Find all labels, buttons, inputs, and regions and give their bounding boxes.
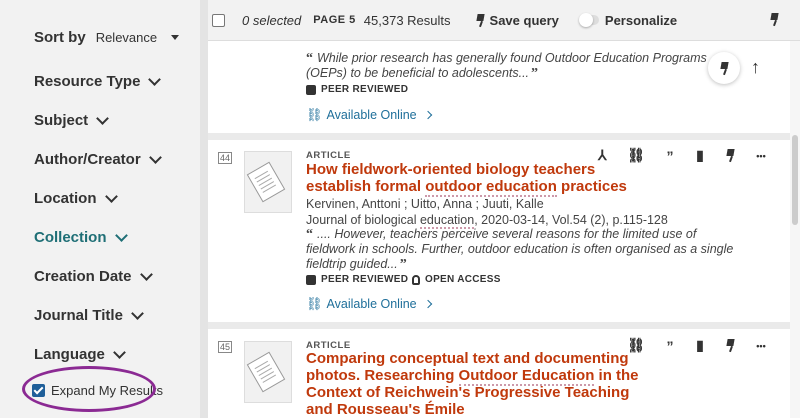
sort-by-control[interactable]: Sort by Relevance — [34, 29, 180, 46]
personalize-toggle[interactable] — [578, 13, 599, 27]
chevron-down-icon — [96, 111, 110, 125]
facet-collection[interactable]: Collection — [34, 228, 128, 246]
document-icon — [246, 161, 286, 203]
results-toolbar: 0 selected PAGE 5 45,373 Results Save qu… — [208, 0, 800, 41]
result-type: ARTICLE — [306, 150, 351, 161]
available-online-link[interactable]: ⛓ Available Online — [306, 296, 432, 312]
peer-reviewed-badge: PEER REVIEWED — [306, 84, 408, 95]
chevron-down-icon — [104, 189, 118, 203]
chevron-down-icon — [131, 306, 144, 320]
quote-close-icon: ” — [399, 257, 407, 272]
quote-icon: “ — [306, 227, 313, 242]
facet-label: Subject — [34, 112, 89, 129]
sort-by-label: Sort by — [34, 29, 86, 46]
facet-subject[interactable]: Subject — [34, 111, 110, 129]
pin-icon — [719, 62, 730, 75]
chevron-down-icon — [112, 345, 126, 359]
quote-icon: “ — [306, 51, 313, 66]
result-authors: Kervinen, Anttoni ; Uitto, Anna ; Juuti,… — [306, 197, 544, 211]
results-scrollbar-thumb[interactable] — [792, 135, 798, 225]
result-separator — [208, 322, 790, 329]
result-thumbnail[interactable] — [244, 151, 292, 213]
facet-label: Language — [34, 346, 105, 363]
facet-label: Author/Creator — [34, 151, 141, 168]
sort-by-value[interactable]: Relevance — [96, 30, 157, 45]
result-thumbnail[interactable] — [244, 341, 292, 403]
facet-location[interactable]: Location — [34, 189, 118, 207]
more-actions-icon[interactable]: ••• — [756, 151, 766, 161]
quote-close-icon: ” — [531, 66, 539, 81]
facet-author-creator[interactable]: Author/Creator — [34, 150, 162, 168]
pin-icon[interactable] — [725, 339, 736, 352]
pin-icon[interactable] — [769, 13, 780, 26]
facet-language[interactable]: Language — [34, 345, 126, 363]
caret-down-icon[interactable] — [171, 35, 180, 40]
sidebar-scrollbar[interactable] — [200, 0, 208, 418]
more-actions-icon[interactable]: ••• — [756, 341, 766, 351]
chevron-right-icon — [423, 299, 432, 309]
save-query-label: Save query — [489, 12, 559, 28]
pin-icon — [475, 14, 486, 27]
peer-reviewed-badge: PEER REVIEWED — [306, 274, 408, 285]
scroll-top-icon[interactable]: ↑ — [751, 57, 760, 78]
facet-label: Location — [34, 190, 97, 207]
open-access-badge: OPEN ACCESS — [412, 274, 501, 285]
facet-label: Resource Type — [34, 73, 141, 90]
facet-creation-date[interactable]: Creation Date — [34, 267, 153, 285]
link-icon: ⛓ — [306, 107, 323, 122]
peer-reviewed-icon — [306, 84, 316, 95]
result-separator — [208, 133, 790, 140]
result-snippet: “.... However, teachers perceive several… — [306, 227, 734, 272]
facet-sidebar: Sort by Relevance Resource Type Subject … — [0, 0, 200, 418]
page-indicator: PAGE 5 — [313, 14, 356, 26]
citation-icon[interactable]: ” — [665, 338, 675, 354]
document-icon — [246, 351, 286, 393]
chevron-down-icon — [139, 267, 153, 281]
chevron-right-icon — [423, 110, 432, 120]
results-list: “While prior research has generally foun… — [208, 41, 790, 418]
pin-icon[interactable] — [725, 149, 736, 162]
save-query-button[interactable]: Save query — [475, 13, 559, 28]
result-title[interactable]: Comparing conceptual text and documentin… — [306, 350, 656, 418]
export-icon[interactable]: ▮ — [695, 337, 705, 354]
export-icon[interactable]: ▮ — [695, 147, 705, 164]
result-title[interactable]: How fieldwork-oriented biology teachers … — [306, 161, 656, 197]
selected-count: 0 selected — [242, 12, 302, 28]
chevron-down-icon — [148, 150, 162, 164]
citation-icon[interactable]: ” — [665, 148, 675, 164]
pin-fab[interactable] — [708, 52, 740, 84]
result-number: 45 — [218, 341, 233, 353]
results-scrollbar[interactable] — [790, 41, 800, 418]
link-icon: ⛓ — [306, 296, 323, 311]
facet-label: Creation Date — [34, 268, 132, 285]
result-source: Journal of biological education, 2020-03… — [306, 213, 668, 229]
facet-journal-title[interactable]: Journal Title — [34, 306, 144, 324]
facet-label: Collection — [34, 229, 107, 246]
facet-resource-type[interactable]: Resource Type — [34, 72, 162, 90]
available-online-link[interactable]: ⛓ Available Online — [306, 107, 432, 123]
result-snippet: “While prior research has generally foun… — [306, 51, 707, 81]
result-number: 44 — [218, 152, 233, 164]
results-count: 45,373 Results — [363, 12, 451, 28]
highlight-ring — [22, 366, 156, 412]
chevron-down-icon — [114, 228, 128, 242]
chevron-down-icon — [148, 72, 162, 86]
select-all-checkbox[interactable] — [212, 13, 225, 27]
facet-label: Journal Title — [34, 307, 123, 324]
peer-reviewed-icon — [306, 274, 316, 285]
open-lock-icon — [412, 274, 420, 285]
personalize-label: Personalize — [604, 12, 678, 28]
